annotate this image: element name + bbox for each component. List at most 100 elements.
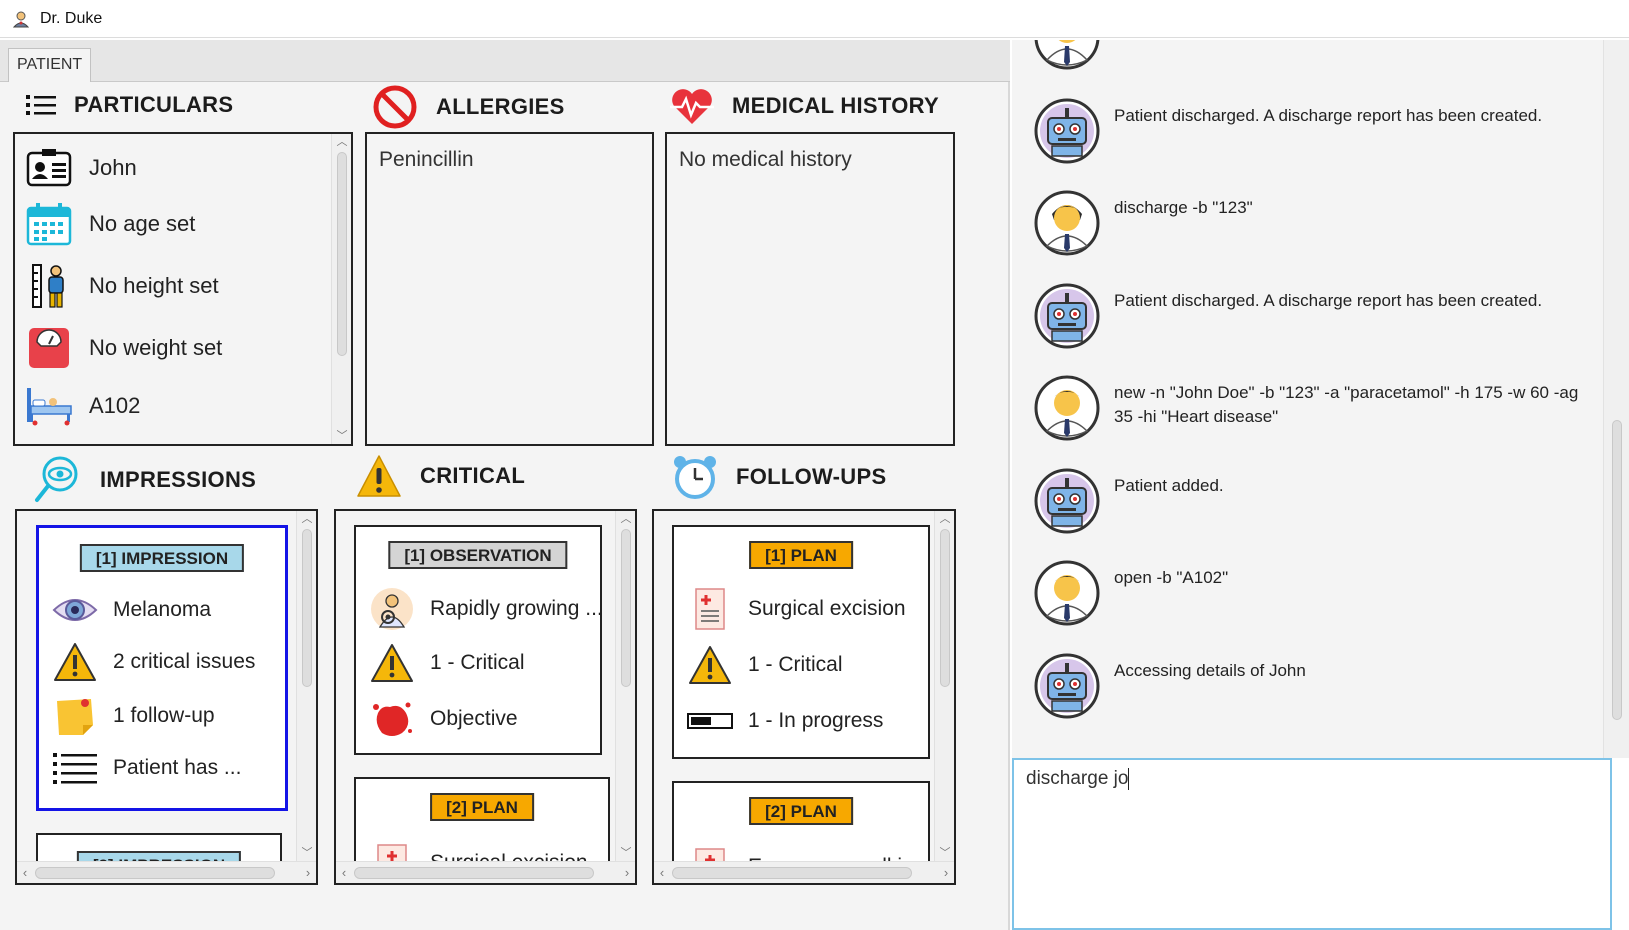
followups-scrollbar[interactable]: ︿ ﹀ bbox=[934, 511, 954, 861]
chat-message: Patient added. bbox=[1034, 468, 1584, 534]
scroll-thumb[interactable] bbox=[35, 867, 275, 879]
tab-strip: PATIENT bbox=[0, 40, 1010, 82]
followup-card-1[interactable]: [1] PLAN Surgical excision 1 - Critical … bbox=[672, 525, 930, 759]
scroll-up-icon[interactable]: ︿ bbox=[935, 511, 954, 527]
particulars-header: PARTICULARS bbox=[26, 92, 233, 118]
allergies-box: Penincillin bbox=[365, 132, 654, 446]
progress-bar-icon bbox=[686, 699, 734, 743]
impression-card-1[interactable]: [1] IMPRESSION Melanoma 2 critical issue… bbox=[36, 525, 288, 811]
critical-card-1[interactable]: [1] OBSERVATION Rapidly growing ... 1 - … bbox=[354, 525, 603, 755]
list-icon bbox=[26, 95, 56, 115]
scroll-up-icon[interactable]: ︿ bbox=[616, 511, 635, 527]
text-caret bbox=[1128, 768, 1130, 790]
particular-height: No height set bbox=[25, 262, 219, 310]
impressions-header: IMPRESSIONS bbox=[34, 456, 256, 504]
allergies-text: Penincillin bbox=[379, 148, 474, 171]
particular-weight: No weight set bbox=[25, 324, 222, 372]
impression-followup-row: 1 follow-up bbox=[51, 694, 215, 738]
followup-priority-row: 1 - Critical bbox=[686, 643, 843, 687]
window-title: Dr. Duke bbox=[40, 9, 103, 27]
observation-title-badge: [1] OBSERVATION bbox=[388, 541, 568, 569]
particulars-scrollbar[interactable]: ︿ ﹀ bbox=[331, 134, 351, 444]
medical-history-title: MEDICAL HISTORY bbox=[732, 93, 940, 118]
scroll-down-icon[interactable]: ﹀ bbox=[332, 428, 352, 444]
scroll-right-icon[interactable]: › bbox=[938, 862, 954, 883]
scroll-left-icon[interactable]: ‹ bbox=[336, 862, 352, 883]
objective-splash-icon bbox=[368, 697, 416, 741]
scroll-thumb[interactable] bbox=[337, 152, 347, 356]
chat-message: new -n "John Doe" -b "123" -a "paracetam… bbox=[1034, 375, 1584, 441]
impression-title-badge: [1] IMPRESSION bbox=[79, 544, 245, 572]
warning-icon bbox=[51, 640, 99, 684]
scroll-left-icon[interactable]: ‹ bbox=[17, 862, 33, 883]
scroll-up-icon[interactable]: ︿ bbox=[332, 134, 352, 150]
chat-message-text: open -b "A102" bbox=[1114, 568, 1229, 587]
particular-name: John bbox=[25, 144, 137, 192]
warning-icon bbox=[368, 641, 416, 685]
warning-icon bbox=[357, 455, 401, 497]
impressions-scrollbar[interactable]: ︿ ﹀ bbox=[296, 511, 316, 861]
chat-message-partial bbox=[1034, 40, 1114, 70]
critical-hscrollbar[interactable]: ‹ › bbox=[336, 861, 635, 883]
critical-scrollbar[interactable]: ︿ ﹀ bbox=[615, 511, 635, 861]
followups-list: [1] PLAN Surgical excision 1 - Critical … bbox=[652, 509, 956, 885]
impressions-hscrollbar[interactable]: ‹ › bbox=[17, 861, 316, 883]
chat-scrollbar[interactable] bbox=[1603, 40, 1629, 758]
chat-message: Patient discharged. A discharge report h… bbox=[1034, 98, 1584, 164]
scroll-left-icon[interactable]: ‹ bbox=[654, 862, 670, 883]
scroll-thumb[interactable] bbox=[940, 529, 950, 687]
followups-header: FOLLOW-UPS bbox=[672, 454, 886, 500]
critical-priority-row: 1 - Critical bbox=[368, 641, 525, 685]
doctor-avatar-icon bbox=[1034, 190, 1100, 256]
chat-message-text: Patient added. bbox=[1114, 476, 1224, 495]
chat-message: Patient discharged. A discharge report h… bbox=[1034, 283, 1584, 349]
robot-avatar-icon bbox=[1034, 98, 1100, 164]
scroll-up-icon[interactable]: ︿ bbox=[297, 511, 316, 527]
chat-log: Patient discharged. A discharge report h… bbox=[1012, 40, 1629, 758]
list-icon bbox=[51, 746, 99, 790]
scroll-down-icon[interactable]: ﹀ bbox=[616, 845, 635, 861]
plan-title-badge: [1] PLAN bbox=[749, 541, 853, 569]
scroll-thumb[interactable] bbox=[672, 867, 912, 879]
tab-patient[interactable]: PATIENT bbox=[8, 48, 92, 82]
sticky-note-icon bbox=[51, 694, 99, 738]
scroll-right-icon[interactable]: › bbox=[619, 862, 635, 883]
height-icon bbox=[25, 262, 73, 310]
scroll-thumb[interactable] bbox=[354, 867, 594, 879]
impressions-list: [1] IMPRESSION Melanoma 2 critical issue… bbox=[15, 509, 318, 885]
critical-name-row: Rapidly growing ... bbox=[368, 587, 603, 631]
scroll-right-icon[interactable]: › bbox=[300, 862, 316, 883]
scroll-down-icon[interactable]: ﹀ bbox=[297, 845, 316, 861]
plan-title-badge: [2] PLAN bbox=[430, 793, 534, 821]
impression-name-row: Melanoma bbox=[51, 588, 211, 632]
allergies-header: ALLERGIES bbox=[372, 84, 565, 130]
heartbeat-icon bbox=[670, 89, 714, 124]
chat-message-text: Patient discharged. A discharge report h… bbox=[1114, 291, 1543, 310]
critical-title: CRITICAL bbox=[420, 463, 526, 488]
eye-search-icon bbox=[35, 456, 78, 502]
allergies-title: ALLERGIES bbox=[436, 94, 565, 119]
particular-age: No age set bbox=[25, 200, 195, 248]
particulars-box: John No age set No height set No weight … bbox=[13, 132, 353, 446]
doctor-avatar-icon bbox=[1034, 560, 1100, 626]
title-bar: Dr. Duke bbox=[0, 0, 1629, 38]
scroll-thumb[interactable] bbox=[1612, 420, 1622, 720]
followup-name-row: Surgical excision bbox=[686, 587, 906, 631]
robot-avatar-icon bbox=[1034, 468, 1100, 534]
scroll-down-icon[interactable]: ﹀ bbox=[935, 845, 954, 861]
command-input[interactable]: discharge jo bbox=[1012, 758, 1612, 930]
scroll-thumb[interactable] bbox=[621, 529, 631, 687]
impressions-title: IMPRESSIONS bbox=[100, 467, 257, 492]
followup-status-row: 1 - In progress bbox=[686, 699, 883, 743]
calendar-icon bbox=[25, 200, 73, 248]
scroll-thumb[interactable] bbox=[302, 529, 312, 687]
chat-message-text: new -n "John Doe" -b "123" -a "paracetam… bbox=[1114, 383, 1579, 426]
critical-list: [1] OBSERVATION Rapidly growing ... 1 - … bbox=[334, 509, 637, 885]
doctor-avatar-icon bbox=[1034, 375, 1100, 441]
chat-message: open -b "A102" bbox=[1034, 560, 1584, 626]
chat-message: discharge -b "123" bbox=[1034, 190, 1584, 256]
patient-panel: PATIENT PARTICULARS ALLERGIES MEDICAL HI… bbox=[0, 40, 1010, 930]
medical-history-text: No medical history bbox=[679, 148, 852, 171]
particular-bed: A102 bbox=[25, 382, 140, 430]
followups-hscrollbar[interactable]: ‹ › bbox=[654, 861, 954, 883]
